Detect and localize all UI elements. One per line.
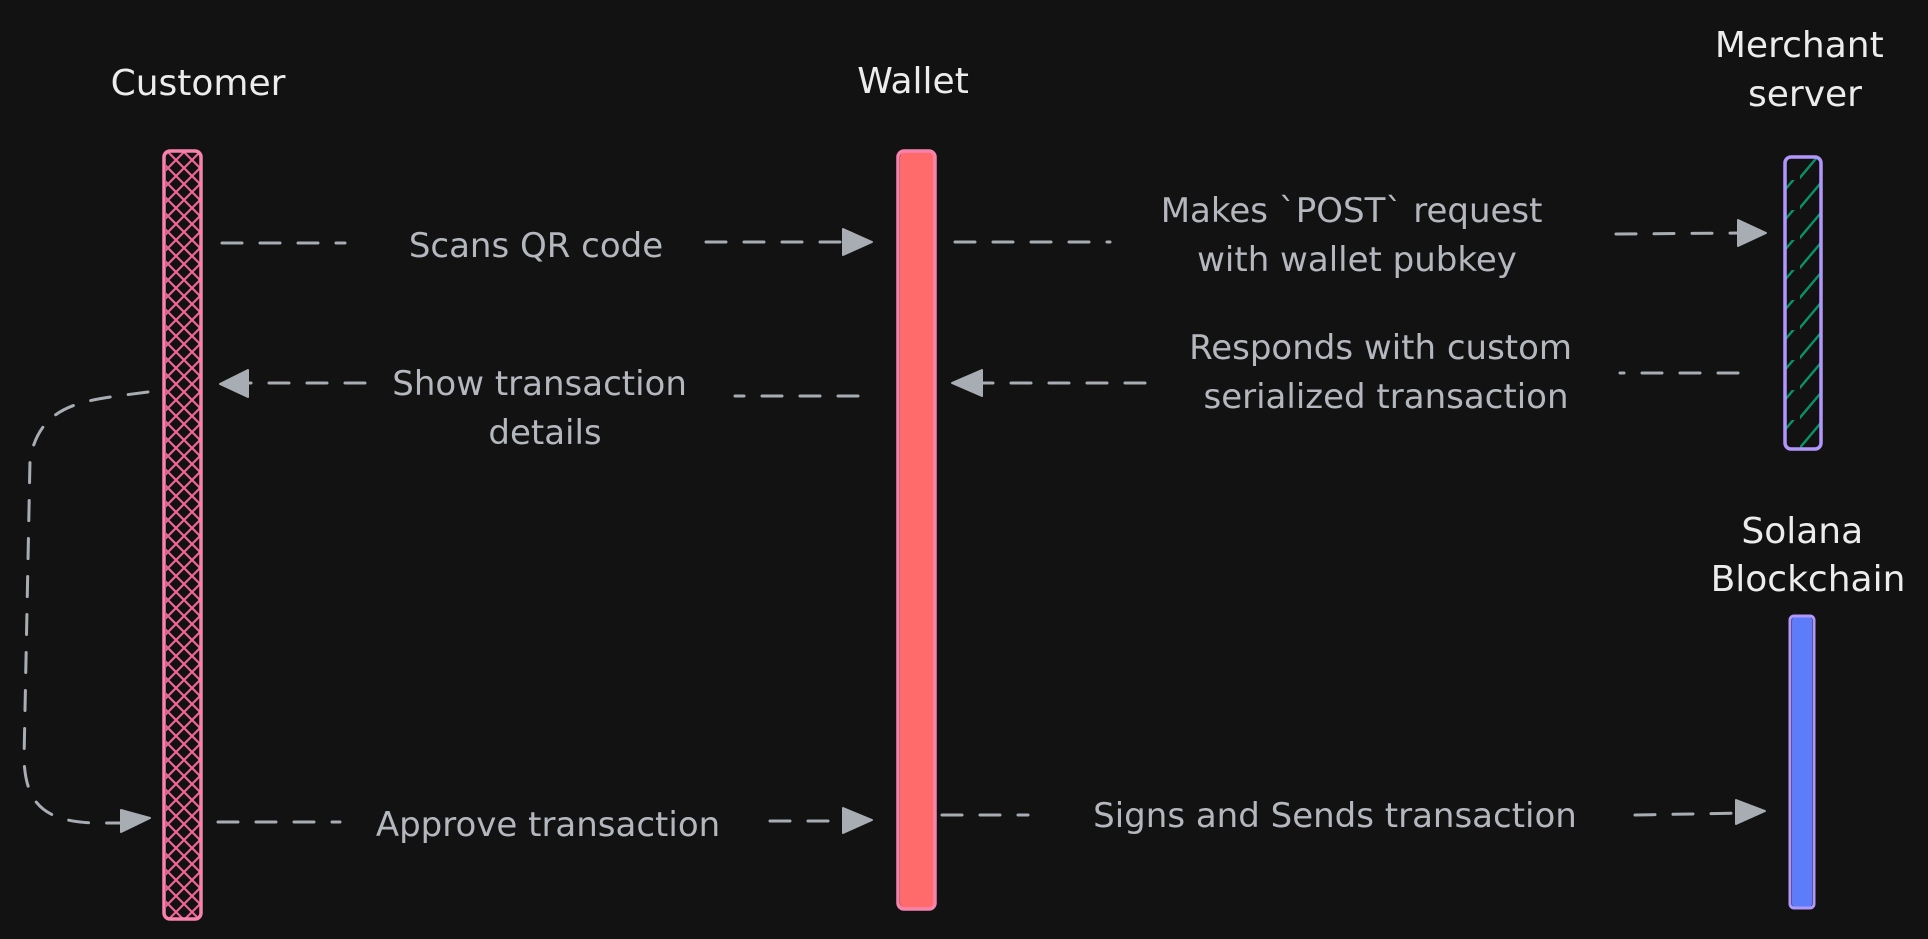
lifeline-customer: [162, 149, 203, 921]
arrowhead-icon: [951, 369, 983, 397]
arrowhead-icon: [120, 809, 151, 833]
message-respond-tx: Responds with custom serialized transact…: [951, 328, 1740, 417]
message-self-loop: [22, 390, 151, 833]
message-label: Responds with custom serialized transact…: [1189, 328, 1583, 417]
message-scan-qr: Scans QR code: [220, 226, 873, 266]
actor-label-merchant: Merchant server: [1715, 25, 1895, 115]
message-show-details: Show transaction details: [219, 364, 860, 453]
actor-label-solana: Solana Blockchain: [1711, 511, 1906, 600]
message-label: Makes `POST` request with wallet pubkey: [1161, 191, 1554, 280]
arrowhead-icon: [219, 369, 249, 398]
lifeline-wallet: [896, 149, 937, 911]
message-label: Scans QR code: [409, 226, 663, 266]
arrowhead-icon: [842, 228, 873, 256]
message-label: Approve transaction: [376, 805, 720, 845]
message-label: Signs and Sends transaction: [1093, 796, 1577, 836]
lifeline-solana: [1788, 614, 1816, 910]
arrowhead-icon: [1737, 219, 1767, 247]
message-post-request: Makes `POST` request with wallet pubkey: [953, 191, 1767, 280]
arrowhead-icon: [1735, 799, 1766, 825]
message-approve: Approve transaction: [216, 805, 873, 845]
sequence-diagram: Customer Wallet Merchant server Solana B…: [22, 25, 1906, 921]
message-sign-send: Signs and Sends transaction: [940, 796, 1766, 836]
lifeline-merchant: [1783, 155, 1823, 451]
actor-label-customer: Customer: [111, 63, 286, 104]
loop-arrow-line: [22, 390, 150, 825]
message-label: Show transaction details: [392, 364, 697, 453]
actor-label-wallet: Wallet: [857, 61, 969, 102]
arrow-line: [1614, 231, 1742, 236]
arrowhead-icon: [842, 807, 873, 834]
arrow-line: [1633, 811, 1747, 817]
